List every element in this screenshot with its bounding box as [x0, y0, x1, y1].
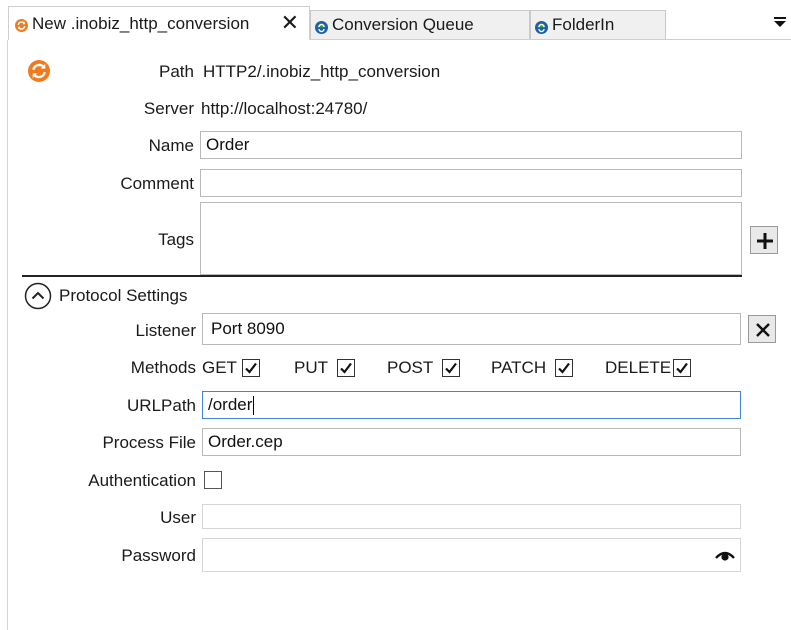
method-post-checkbox[interactable] [442, 359, 460, 377]
tab-folderin[interactable]: FolderIn [530, 10, 666, 40]
method-patch-checkbox[interactable] [555, 359, 573, 377]
checkmark-icon [245, 362, 257, 374]
path-value: HTTP2/.inobiz_http_conversion [203, 62, 441, 81]
chevron-up-circle-icon[interactable] [24, 282, 52, 310]
method-put-label: PUT [294, 358, 328, 377]
checkmark-icon [445, 362, 457, 374]
close-icon [756, 323, 770, 337]
add-tag-button[interactable] [750, 226, 778, 254]
name-field[interactable]: Order [200, 131, 742, 159]
text-cursor [253, 396, 255, 416]
clear-listener-button[interactable] [748, 315, 776, 343]
queue-icon [315, 19, 328, 34]
urlpath-label: URLPath [127, 396, 196, 415]
tab-label: Conversion Queue [332, 15, 474, 34]
password-field[interactable] [202, 538, 741, 572]
method-delete-checkbox[interactable] [673, 359, 691, 377]
tags-field[interactable] [200, 202, 742, 275]
checkmark-icon [558, 362, 570, 374]
eye-icon[interactable] [714, 547, 736, 563]
password-label: Password [121, 546, 196, 565]
tab-label: FolderIn [552, 15, 615, 34]
authentication-label: Authentication [88, 471, 196, 490]
tags-label: Tags [158, 230, 194, 249]
section-divider [22, 275, 742, 277]
panel-border [7, 40, 8, 630]
method-patch-label: PATCH [491, 358, 547, 377]
urlpath-field[interactable]: /order [202, 391, 741, 419]
method-get-checkbox[interactable] [242, 359, 260, 377]
comment-label: Comment [120, 174, 194, 193]
tab-label: New .inobiz_http_conversion [32, 13, 250, 33]
server-value: http://localhost:24780/ [201, 99, 368, 118]
tab-strip: New .inobiz_http_conversion ✕ Conversion… [0, 0, 791, 41]
method-get-label: GET [202, 358, 237, 377]
checkmark-icon [676, 362, 688, 374]
user-label: User [160, 508, 196, 527]
method-put-checkbox[interactable] [337, 359, 355, 377]
method-post-label: POST [387, 358, 434, 377]
authentication-checkbox[interactable] [204, 471, 222, 489]
close-icon[interactable]: ✕ [281, 10, 299, 36]
comment-field[interactable] [200, 169, 742, 197]
process-file-field[interactable]: Order.cep [202, 428, 741, 456]
urlpath-value: /order [208, 395, 253, 414]
user-field[interactable] [202, 504, 741, 529]
tab-strip-border [310, 39, 791, 40]
refresh-circle-icon [15, 17, 28, 32]
protocol-settings-header: Protocol Settings [59, 286, 188, 305]
refresh-circle-icon [27, 59, 51, 83]
tab-new-inobiz-http-conversion[interactable]: New .inobiz_http_conversion ✕ [8, 6, 310, 40]
dropdown-arrow-icon[interactable] [773, 14, 787, 28]
path-label: Path [159, 62, 194, 81]
methods-label: Methods [130, 358, 196, 377]
tab-conversion-queue[interactable]: Conversion Queue [310, 10, 530, 40]
listener-label: Listener [135, 321, 196, 340]
process-file-label: Process File [102, 433, 196, 452]
name-label: Name [148, 136, 194, 155]
server-label: Server [143, 99, 194, 118]
plus-icon [757, 233, 773, 249]
listener-field[interactable]: Port 8090 [202, 313, 741, 345]
method-delete-label: DELETE [605, 358, 672, 377]
queue-icon [535, 19, 548, 34]
checkmark-icon [340, 362, 352, 374]
